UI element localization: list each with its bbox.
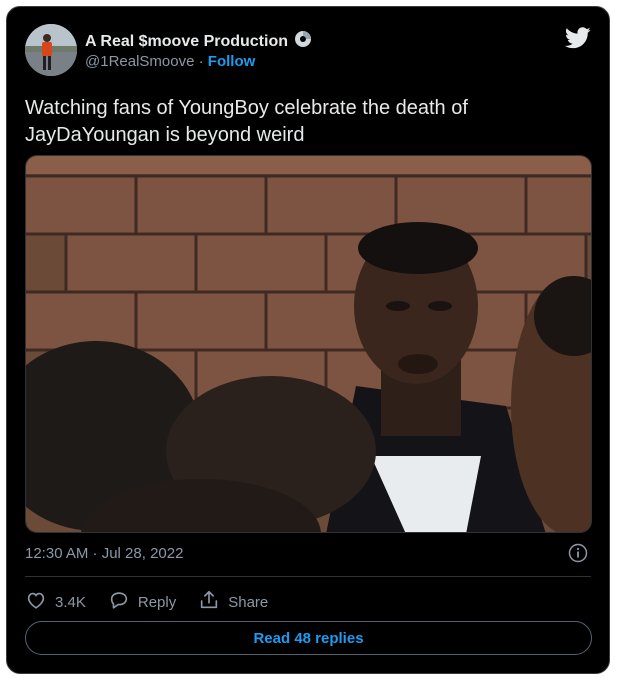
share-label: Share xyxy=(228,593,269,611)
reply-bubble-icon xyxy=(108,589,130,615)
tweet-timestamp[interactable]: 12:30 AM · Jul 28, 2022 xyxy=(25,545,183,562)
share-button[interactable]: Share xyxy=(198,589,268,615)
info-icon[interactable] xyxy=(568,543,588,563)
share-icon xyxy=(198,589,220,615)
author-display-name[interactable]: A Real $moove Production xyxy=(85,33,288,51)
like-count: 3.4K xyxy=(55,593,86,611)
divider xyxy=(25,576,591,577)
tweet-card: A Real $moove Production @1RealSmoove · … xyxy=(6,6,610,674)
handle-separator: · xyxy=(198,53,204,70)
reply-label: Reply xyxy=(137,593,177,611)
author-handle-row: @1RealSmoove · Follow xyxy=(85,53,255,70)
twitter-bird-icon[interactable] xyxy=(564,27,591,49)
action-bar: 3.4K Reply Share xyxy=(25,589,290,615)
avatar[interactable] xyxy=(25,24,77,76)
follow-button[interactable]: Follow xyxy=(208,53,256,70)
author-name-row: A Real $moove Production xyxy=(85,30,312,53)
like-button[interactable]: 3.4K xyxy=(25,589,86,615)
tweet-text: Watching fans of YoungBoy celebrate the … xyxy=(25,97,468,146)
read-replies-button[interactable]: Read 48 replies xyxy=(25,621,592,655)
tweet-photo[interactable] xyxy=(25,155,592,533)
heart-icon xyxy=(25,589,47,615)
author-handle[interactable]: @1RealSmoove xyxy=(85,53,194,70)
disc-badge-icon xyxy=(294,30,312,53)
reply-button[interactable]: Reply xyxy=(108,589,176,615)
